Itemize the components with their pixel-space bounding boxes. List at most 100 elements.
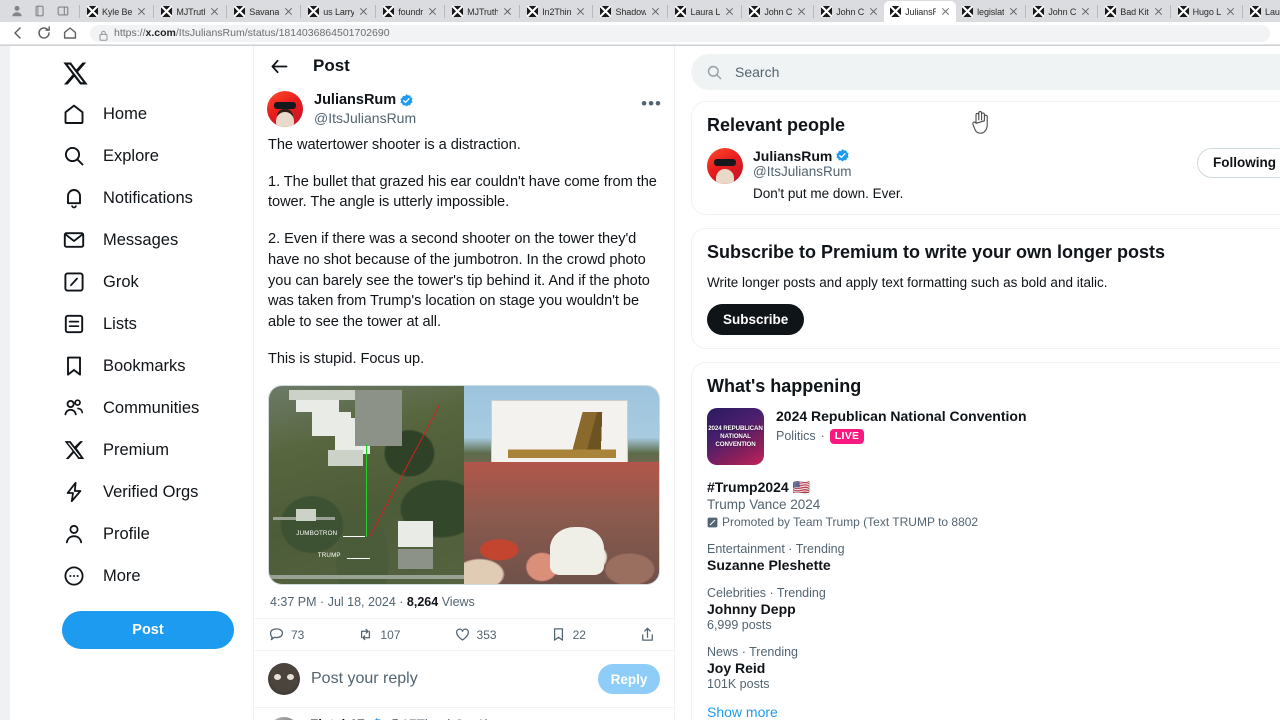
browser-tab[interactable]: John C	[1027, 1, 1097, 22]
close-icon[interactable]	[502, 6, 513, 17]
close-icon[interactable]	[724, 6, 735, 17]
tab-divider	[1242, 4, 1244, 18]
sidebar-item-communities[interactable]: Communities	[62, 387, 244, 429]
trend-post-count: 6,999 posts	[707, 618, 772, 633]
repost-action[interactable]: 107	[357, 626, 400, 643]
post-media[interactable]: JUMBOTRON TRUMP	[268, 385, 660, 586]
subscribe-button[interactable]: Subscribe	[707, 303, 805, 335]
reload-icon[interactable]	[36, 25, 52, 41]
search-box[interactable]: Search	[691, 54, 1280, 90]
address-bar[interactable]: https://x.com/ItsJuliansRum/status/18140…	[90, 24, 1270, 42]
browser-tab[interactable]: Kyle Be	[81, 1, 153, 22]
close-icon[interactable]	[868, 6, 879, 17]
tab-title: Hugo L	[1192, 6, 1222, 17]
split-screen-icon[interactable]	[56, 4, 70, 18]
close-icon[interactable]	[1008, 6, 1019, 17]
aerial-map-image[interactable]: JUMBOTRON TRUMP	[269, 386, 464, 585]
home-icon[interactable]	[62, 25, 78, 41]
post-more-options-icon[interactable]: •••	[641, 95, 662, 112]
sidebar-item-profile[interactable]: Profile	[62, 513, 244, 555]
browser-tab[interactable]: us Larry	[302, 1, 375, 22]
trend-item[interactable]: Celebrities · Trending Johnny Depp 6,999…	[707, 586, 1280, 632]
avatar[interactable]	[267, 91, 303, 127]
close-icon[interactable]	[1153, 6, 1164, 17]
trend-item[interactable]: News · Trending Joy Reid 101K posts	[707, 645, 1280, 691]
close-icon[interactable]	[209, 6, 220, 17]
tab-title: Laura L	[690, 6, 721, 17]
browser-tab[interactable]: Hugo L	[1171, 1, 1242, 22]
trend-category: Entertainment · Trending	[707, 542, 845, 557]
x-logo-icon[interactable]	[62, 60, 89, 87]
sidebar-item-lists[interactable]: Lists	[62, 303, 244, 345]
close-icon[interactable]	[575, 6, 586, 17]
back-arrow-icon[interactable]	[270, 57, 289, 76]
profile-icon[interactable]	[10, 4, 24, 18]
tab-title: MJTrutl	[176, 6, 206, 17]
browser-tab[interactable]: Shadow	[594, 1, 667, 22]
person-name[interactable]: JuliansRum	[753, 148, 832, 164]
close-icon[interactable]	[358, 6, 369, 17]
sidebar-item-more[interactable]: More	[62, 555, 244, 597]
reply-button[interactable]: Reply	[598, 664, 660, 695]
back-icon[interactable]	[10, 25, 26, 41]
close-icon[interactable]	[136, 6, 147, 17]
like-action[interactable]: 353	[454, 626, 497, 643]
browser-tab[interactable]: MJTruth	[446, 1, 519, 22]
trend-thumbnail-text: 2024 REPUBLICAN NATIONAL CONVENTION	[708, 425, 763, 448]
collections-icon[interactable]	[33, 4, 47, 18]
sidebar-item-explore[interactable]: Explore	[62, 135, 244, 177]
tab-title: Laura L	[1265, 6, 1280, 17]
current-user-avatar[interactable]	[268, 663, 300, 696]
reply-composer[interactable]: Post your reply Reply	[254, 651, 674, 709]
sidebar-item-grok[interactable]: Grok	[62, 261, 244, 303]
sidebar-item-notifications[interactable]: Notifications	[62, 177, 244, 219]
close-icon[interactable]	[283, 6, 294, 17]
share-action[interactable]	[639, 626, 656, 643]
close-icon[interactable]	[427, 6, 438, 17]
avatar[interactable]	[707, 147, 743, 184]
trend-category: News · Trending	[707, 645, 799, 660]
browser-tab[interactable]: John C	[815, 1, 885, 22]
browser-tab[interactable]: legislat	[956, 1, 1025, 22]
trend-title: 2024 Republican National Convention	[776, 408, 1027, 425]
share-icon	[639, 626, 656, 643]
search-input[interactable]: Search	[735, 64, 779, 80]
following-button[interactable]: Following	[1197, 147, 1280, 178]
browser-tab[interactable]: Bad Kit	[1099, 1, 1169, 22]
close-icon[interactable]	[1225, 6, 1236, 17]
sidebar-item-label: Messages	[103, 230, 179, 249]
promoted-trend[interactable]: #Trump2024 🇺🇸 Trump Vance 2024 Promoted …	[707, 479, 1280, 529]
reply-action[interactable]: 73	[268, 626, 304, 643]
sidebar-item-messages[interactable]: Messages	[62, 219, 244, 261]
reply-input[interactable]: Post your reply	[311, 670, 587, 688]
crowd-photo-image[interactable]	[464, 386, 659, 585]
sidebar-item-premium[interactable]: Premium	[62, 429, 244, 471]
sidebar-item-home[interactable]: Home	[62, 93, 244, 135]
premium-body: Write longer posts and apply text format…	[707, 275, 1108, 291]
browser-tab[interactable]: foundr	[377, 1, 444, 22]
browser-tab[interactable]: In2Thin	[521, 1, 592, 22]
show-more-link[interactable]: Show more	[707, 704, 1280, 720]
close-icon[interactable]	[796, 6, 807, 17]
sidebar-item-verified-orgs[interactable]: Verified Orgs	[62, 471, 244, 513]
bookmark-action[interactable]: 22	[550, 626, 586, 643]
sidebar-item-bookmarks[interactable]: Bookmarks	[62, 345, 244, 387]
close-icon[interactable]	[650, 6, 661, 17]
browser-tab[interactable]: Laura L	[669, 1, 741, 22]
browser-tab[interactable]: MJTrutl	[155, 1, 226, 22]
browser-tab[interactable]: John C	[743, 1, 813, 22]
author-display-name[interactable]: JuliansRum	[314, 92, 396, 110]
close-icon[interactable]	[940, 6, 951, 17]
close-icon[interactable]	[1080, 6, 1091, 17]
comment-more-options-icon[interactable]: •••	[641, 714, 662, 720]
x-favicon-icon	[749, 6, 761, 17]
post-button[interactable]: Post	[62, 611, 234, 649]
reply-count: 73	[291, 627, 305, 642]
post-actions: 73 107 353 22	[254, 618, 674, 652]
browser-tab[interactable]: Laura L	[1244, 1, 1280, 22]
trend-featured[interactable]: 2024 REPUBLICAN NATIONAL CONVENTION 2024…	[707, 408, 1280, 466]
sidebar-item-label: Home	[103, 104, 148, 123]
trend-item[interactable]: Entertainment · Trending Suzanne Pleshet…	[707, 542, 1280, 573]
browser-tab[interactable]: Savana	[228, 1, 300, 22]
browser-tab-active[interactable]: JuliansR	[884, 1, 957, 22]
